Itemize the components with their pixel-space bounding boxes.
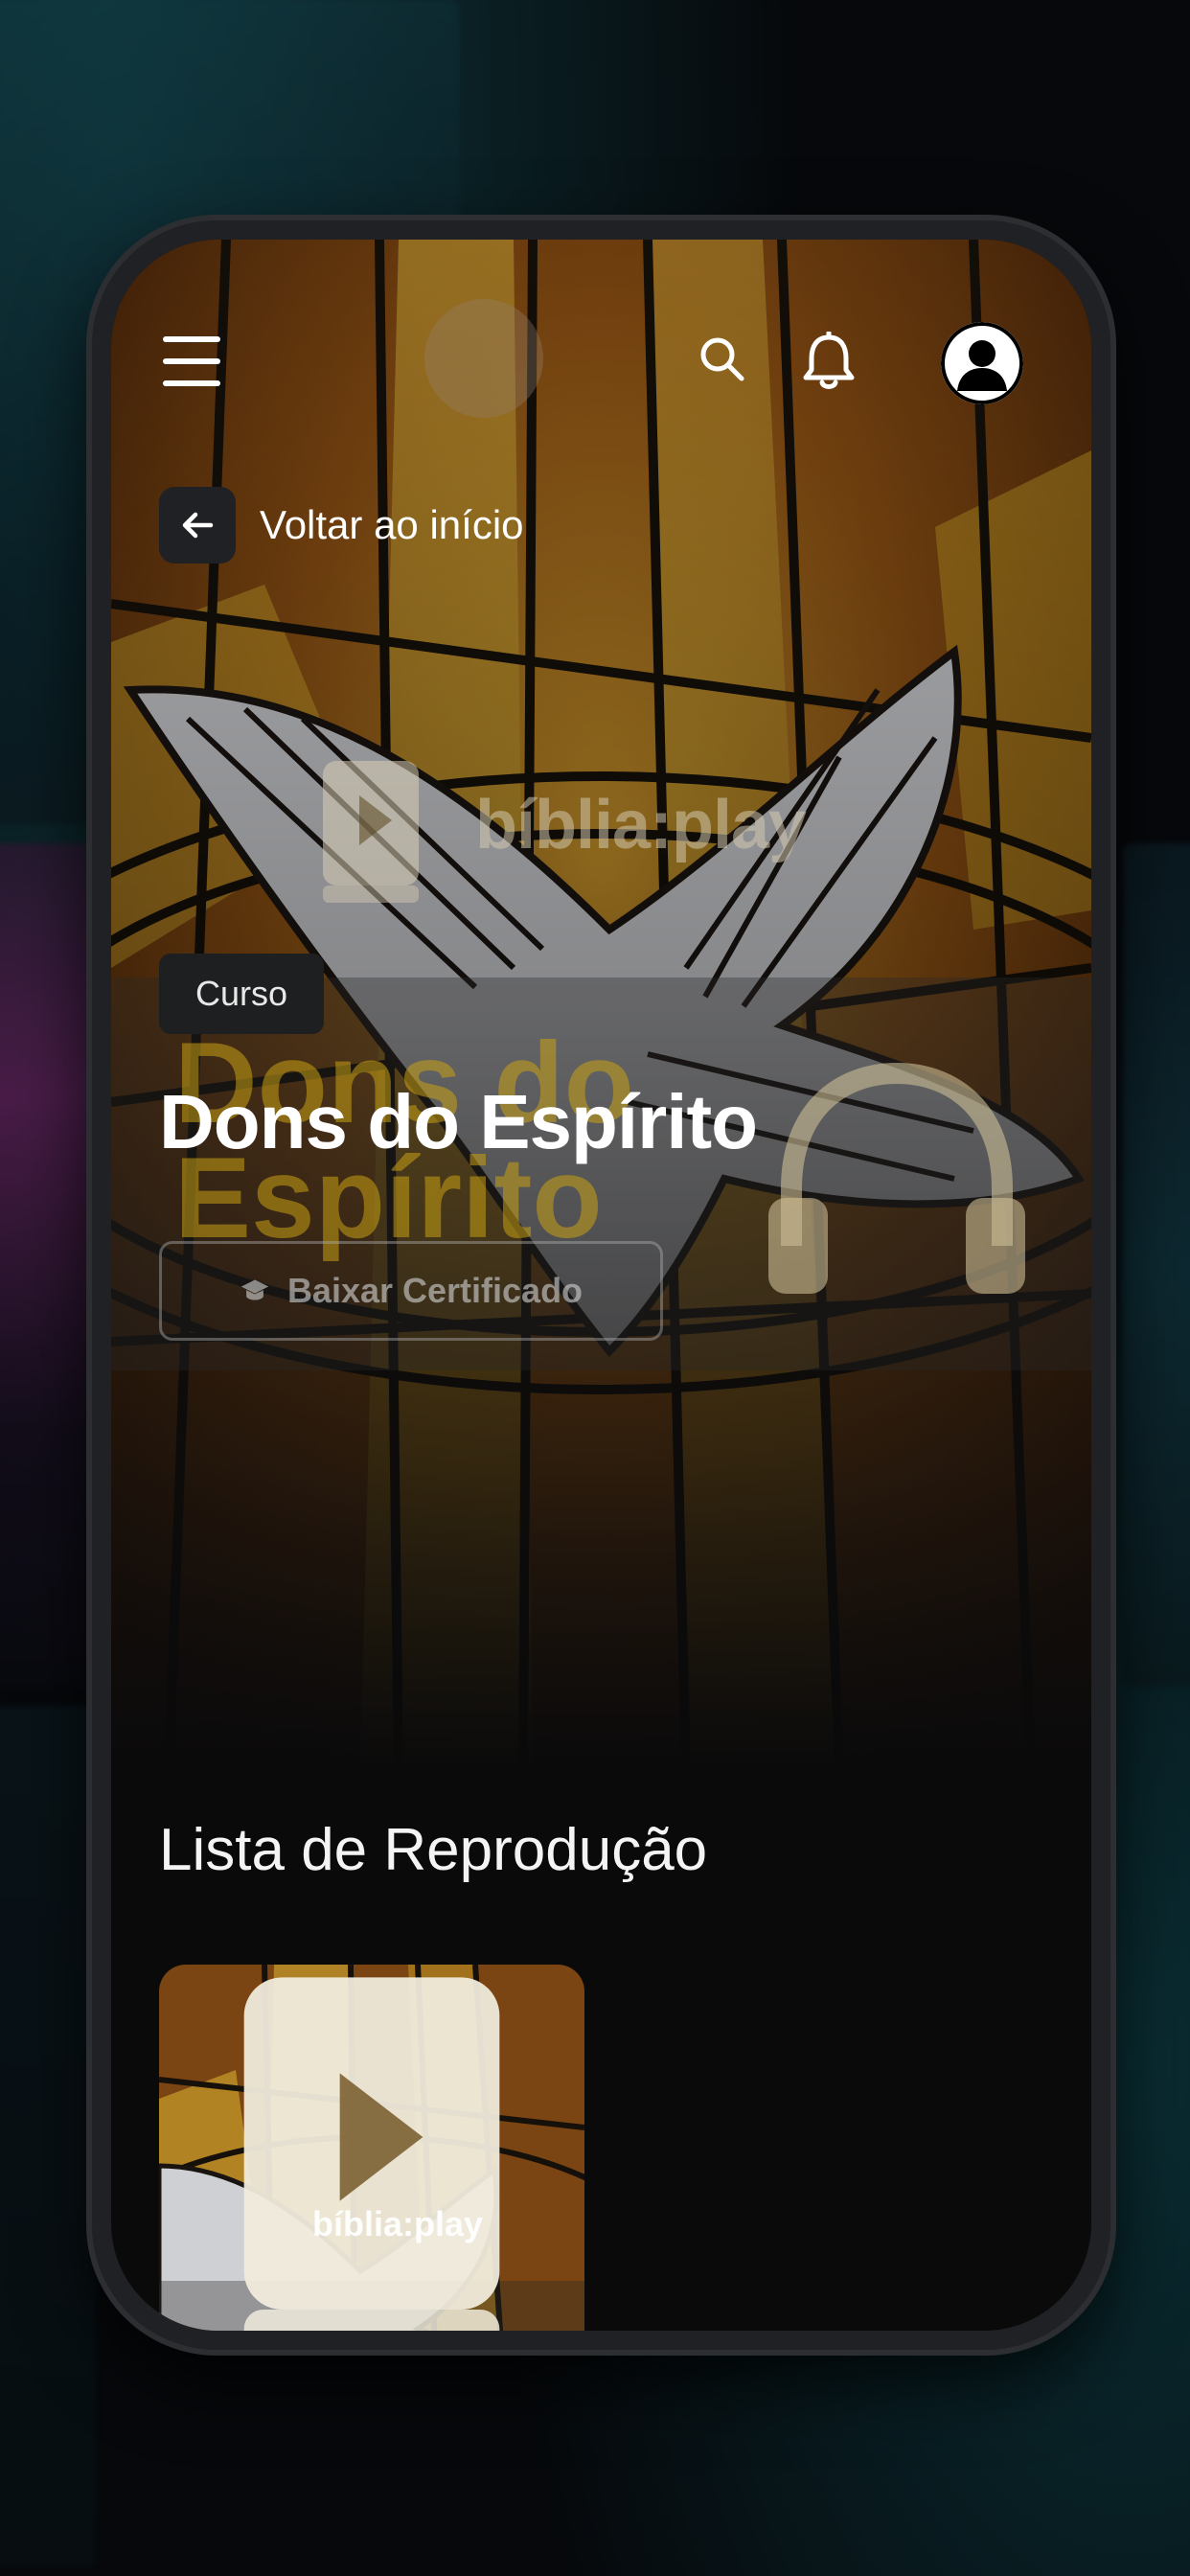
- course-title: Dons do Espírito: [159, 1079, 758, 1164]
- search-icon[interactable]: [698, 334, 745, 382]
- app-screen: bíblia:play Dons do Espírito Voltar ao i…: [111, 240, 1091, 2331]
- background-card: [0, 843, 105, 1687]
- episode-brand: bíblia:play: [312, 2204, 484, 2243]
- hamburger-menu-icon[interactable]: [161, 331, 222, 392]
- bible-logo-icon: [243, 1977, 500, 2331]
- phone-frame: bíblia:play Dons do Espírito Voltar ao i…: [92, 220, 1110, 2350]
- course-type-badge: Curso: [159, 954, 325, 1034]
- download-certificate-label: Baixar Certificado: [286, 1271, 584, 1310]
- user-avatar-icon[interactable]: [941, 322, 1023, 404]
- headphones-icon: [768, 1062, 1025, 1294]
- background-card: [0, 1706, 96, 2568]
- top-bar: [111, 240, 1091, 431]
- graduation-cap-icon: [240, 1279, 269, 1300]
- playlist-item[interactable]: bíblia:play: [159, 1965, 584, 2331]
- background-card: [1123, 843, 1190, 1687]
- camera-cutout: [424, 299, 543, 418]
- bible-logo-icon: [323, 761, 419, 903]
- back-label[interactable]: Voltar ao início: [260, 502, 524, 548]
- back-button[interactable]: [159, 487, 236, 564]
- bell-icon[interactable]: [801, 332, 857, 391]
- playlist-title: Lista de Reprodução: [159, 1817, 708, 1883]
- brand-watermark: bíblia:play: [475, 787, 807, 863]
- arrow-left-icon: [182, 512, 214, 539]
- download-certificate-button[interactable]: Baixar Certificado: [159, 1241, 663, 1341]
